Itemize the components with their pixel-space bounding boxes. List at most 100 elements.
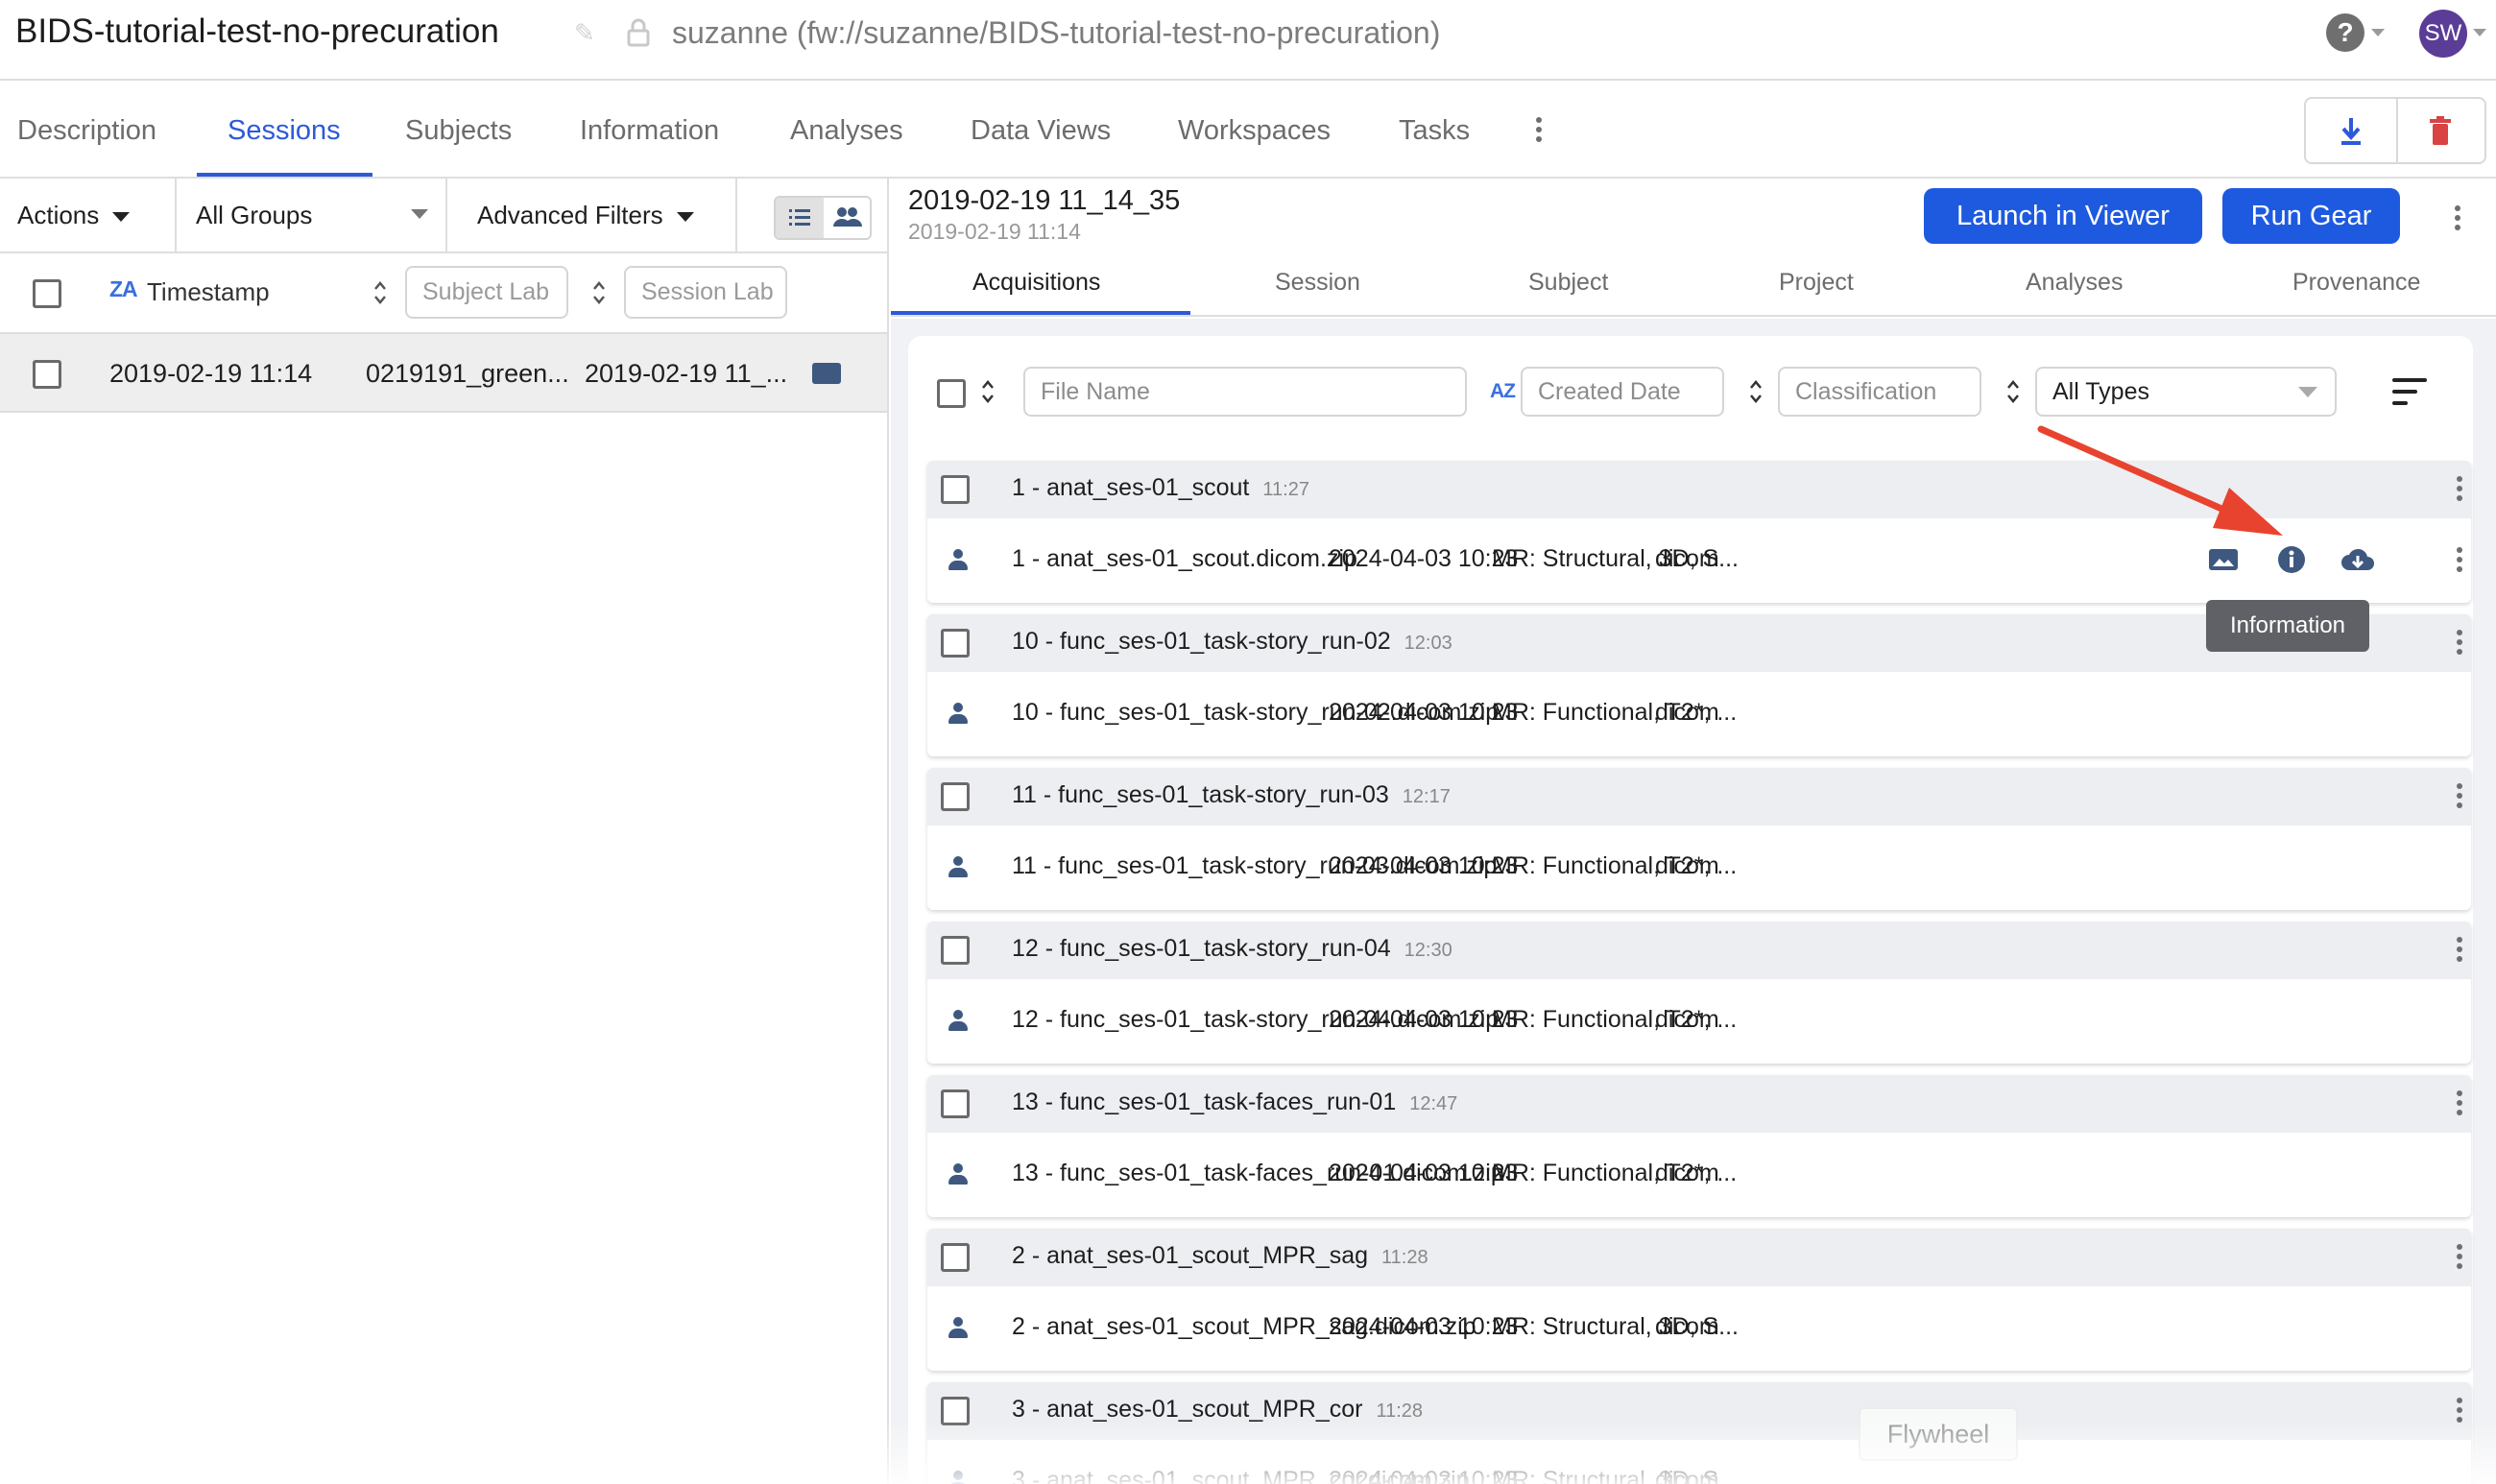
tab-subject[interactable]: Subject [1528, 265, 1608, 299]
advanced-filters-dropdown[interactable]: Advanced Filters [477, 197, 694, 233]
tab-project[interactable]: Project [1779, 265, 1854, 299]
acquisition-more-options-icon[interactable] [2457, 1398, 2462, 1426]
acquisition-more-options-icon[interactable] [2457, 1244, 2462, 1273]
help-dropdown-caret-icon[interactable] [2371, 29, 2385, 36]
acquisition-more-options-icon[interactable] [2457, 630, 2462, 658]
tab-workspaces[interactable]: Workspaces [1178, 111, 1331, 150]
tab-analyses[interactable]: Analyses [2026, 265, 2123, 299]
acquisition-checkbox[interactable] [941, 629, 970, 658]
acquisition-header[interactable]: 13 - func_ses-01_task-faces_run-01 12:47 [927, 1075, 2471, 1133]
image-viewer-icon[interactable] [812, 363, 841, 384]
acquisition-header[interactable]: 12 - func_ses-01_task-story_run-04 12:30 [927, 922, 2471, 979]
acquisition-more-options-icon[interactable] [2457, 937, 2462, 966]
cloud-download-icon[interactable] [2340, 545, 2375, 574]
tab-data-views[interactable]: Data Views [971, 111, 1111, 150]
file-row[interactable]: 3 - anat_ses-01_scout_MPR_cor.dicom.zip 2… [927, 1440, 2471, 1484]
session-row[interactable]: 2019-02-19 11:14 0219191_green... 2019-0… [0, 334, 887, 413]
file-row[interactable]: 1 - anat_ses-01_scout.dicom.zip 2024-04-0… [927, 518, 2471, 603]
file-created-date: 2024-04-03 10:23 [1329, 699, 1519, 726]
file-row[interactable]: 10 - func_ses-01_task-story_run-02.dicom… [927, 672, 2471, 756]
session-title: 2019-02-19 11_14_35 [908, 185, 1181, 216]
classification-filter-input[interactable]: Classification [1778, 367, 1981, 417]
session-label: 2019-02-19 11_... [585, 359, 788, 388]
acquisition-checkbox[interactable] [941, 1089, 970, 1118]
toolbar-divider [735, 179, 737, 251]
subject-view-icon[interactable] [824, 198, 870, 238]
file-row[interactable]: 11 - func_ses-01_task-story_run-03.dicom… [927, 826, 2471, 910]
acquisition-header[interactable]: 11 - func_ses-01_task-story_run-03 12:17 [927, 768, 2471, 826]
select-all-checkbox[interactable] [937, 379, 966, 408]
tab-subjects[interactable]: Subjects [405, 111, 512, 150]
information-icon[interactable] [2277, 545, 2306, 574]
tab-information[interactable]: Information [580, 111, 719, 150]
acquisitions-card: File Name AZ Created Date Classification… [908, 336, 2473, 1484]
acquisition-more-options-icon[interactable] [2457, 1090, 2462, 1119]
sort-toggle-icon[interactable] [373, 278, 387, 307]
tab-analyses[interactable]: Analyses [790, 111, 903, 150]
file-name-filter-input[interactable]: File Name [1023, 367, 1467, 417]
tab-provenance[interactable]: Provenance [2292, 265, 2420, 299]
row-checkbox[interactable] [33, 360, 61, 389]
groups-dropdown[interactable]: All Groups [196, 197, 312, 233]
sort-az-icon[interactable]: AZ [1490, 380, 1516, 403]
acquisition-checkbox[interactable] [941, 1243, 970, 1272]
acquisition-checkbox[interactable] [941, 936, 970, 965]
more-tabs-icon[interactable] [1536, 117, 1542, 146]
acquisition-checkbox[interactable] [941, 782, 970, 811]
delete-trash-icon[interactable] [2419, 112, 2461, 151]
acquisition-header[interactable]: 3 - anat_ses-01_scout_MPR_cor 11:28 [927, 1382, 2471, 1440]
acquisition-time: 11:28 [1381, 1247, 1428, 1268]
acquisition-checkbox[interactable] [941, 475, 970, 504]
tab-acquisitions[interactable]: Acquisitions [972, 265, 1100, 299]
file-row[interactable]: 13 - func_ses-01_task-faces_run-01.dicom… [927, 1133, 2471, 1217]
file-name[interactable]: 1 - anat_ses-01_scout.dicom.zip [1012, 541, 1357, 576]
file-type: dicom [1655, 1160, 1719, 1186]
chevron-down-icon [676, 212, 694, 223]
types-select[interactable]: All Types [2035, 367, 2337, 417]
sort-toggle-icon[interactable] [2006, 377, 2020, 406]
subject-label-filter-input[interactable]: Subject Lab [405, 266, 568, 319]
sort-order-icon[interactable] [2392, 378, 2427, 405]
acquisition-name: 2 - anat_ses-01_scout_MPR_sag [1012, 1242, 1369, 1269]
sort-toggle-icon[interactable] [592, 278, 606, 307]
file-more-options-icon[interactable] [2457, 547, 2462, 576]
created-date-filter-input[interactable]: Created Date [1521, 367, 1724, 417]
sort-toggle-icon[interactable] [1749, 377, 1763, 406]
tab-session[interactable]: Session [1275, 265, 1360, 299]
session-tabs: Acquisitions Session Subject Project Ana… [891, 255, 2496, 317]
launch-in-viewer-button[interactable]: Launch in Viewer [1924, 188, 2202, 244]
view-toggle [774, 196, 872, 240]
person-icon [947, 1471, 970, 1484]
acquisition-more-options-icon[interactable] [2457, 783, 2462, 812]
download-icon[interactable] [2330, 112, 2372, 151]
edit-pencil-icon[interactable]: ✎ [574, 19, 601, 46]
sort-za-icon[interactable]: ZA [109, 276, 138, 302]
acquisition-more-options-icon[interactable] [2457, 476, 2462, 505]
acquisition-header[interactable]: 2 - anat_ses-01_scout_MPR_sag 11:28 [927, 1229, 2471, 1286]
file-row[interactable]: 2 - anat_ses-01_scout_MPR_sag.dicom.zip 2… [927, 1286, 2471, 1371]
session-label-filter-input[interactable]: Session Lab [624, 266, 787, 319]
timestamp-column-header[interactable]: Timestamp [147, 274, 270, 310]
acquisition-header[interactable]: 1 - anat_ses-01_scout 11:27 [927, 461, 2471, 518]
acquisition-title: 13 - func_ses-01_task-faces_run-01 12:47 [1012, 1085, 1457, 1121]
user-menu-caret-icon[interactable] [2473, 29, 2486, 36]
acquisition-group: 11 - func_ses-01_task-story_run-03 12:17 1… [927, 768, 2471, 910]
tab-tasks[interactable]: Tasks [1399, 111, 1470, 150]
groups-chevron-down-icon[interactable] [411, 209, 428, 219]
help-icon[interactable]: ? [2326, 13, 2364, 52]
select-all-checkbox[interactable] [33, 279, 61, 308]
user-avatar[interactable]: SW [2419, 10, 2467, 58]
image-viewer-icon[interactable] [2208, 547, 2239, 572]
tab-sessions[interactable]: Sessions [228, 111, 341, 150]
run-gear-button[interactable]: Run Gear [2222, 188, 2400, 244]
list-view-icon[interactable] [776, 198, 824, 238]
actions-dropdown[interactable]: Actions [17, 197, 131, 233]
tab-description[interactable]: Description [17, 111, 156, 150]
acquisition-checkbox[interactable] [941, 1397, 970, 1425]
file-created-date: 2024-04-03 10:23 [1329, 545, 1519, 572]
file-type: dicom [1655, 852, 1719, 879]
file-created-date: 2024-04-03 10:23 [1329, 1006, 1519, 1033]
session-more-options-icon[interactable] [2455, 205, 2460, 234]
sort-toggle-icon[interactable] [981, 377, 995, 406]
file-row[interactable]: 12 - func_ses-01_task-story_run-04.dicom… [927, 979, 2471, 1064]
